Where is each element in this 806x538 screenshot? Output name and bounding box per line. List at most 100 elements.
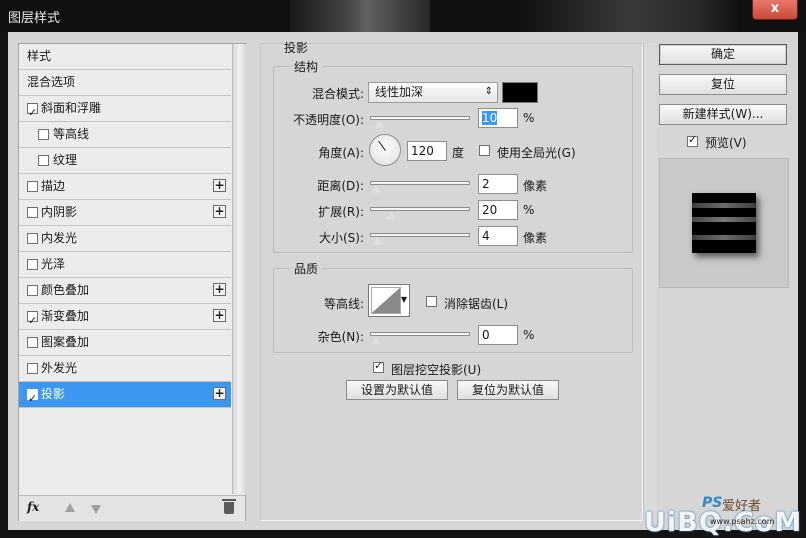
watermark-logo: PS 爱好者 UiBQ.CoM www.psahz.com <box>640 495 801 538</box>
angle-dial[interactable] <box>369 134 401 166</box>
style-checkbox[interactable] <box>38 155 49 166</box>
quality-title: 品质 <box>290 260 323 277</box>
noise-slider[interactable] <box>370 332 470 345</box>
style-list-item[interactable]: 颜色叠加 + <box>19 278 231 304</box>
style-checkbox[interactable] <box>27 285 38 296</box>
style-checkbox[interactable] <box>38 129 49 140</box>
spread-slider-thumb[interactable] <box>385 210 397 220</box>
arrow-down-icon[interactable] <box>91 505 101 514</box>
size-input[interactable]: 4 <box>478 226 518 246</box>
style-list-item-label: 颜色叠加 <box>41 283 90 297</box>
knockout-label: 图层挖空投影(U) <box>391 363 482 377</box>
preview-checkbox[interactable] <box>687 133 698 147</box>
dropdown-arrow-icon: ▼ <box>400 295 407 304</box>
style-checkbox[interactable] <box>27 337 38 348</box>
add-effect-icon[interactable]: + <box>213 205 226 218</box>
size-label: 大小(S): <box>318 231 364 245</box>
fx-icon[interactable]: fx <box>27 500 39 514</box>
style-list-item-label: 混合选项 <box>27 75 76 89</box>
chevron-updown-icon: ⇕ <box>484 86 493 97</box>
style-list-item[interactable]: 渐变叠加 + <box>19 304 231 333</box>
style-checkbox[interactable] <box>27 207 38 218</box>
make-default-button[interactable]: 设置为默认值 <box>346 380 448 400</box>
size-slider[interactable] <box>370 233 470 246</box>
noise-unit: % <box>523 328 535 342</box>
reset-button[interactable]: 复位 <box>659 74 787 95</box>
style-list-item-label: 渐变叠加 <box>41 309 90 323</box>
style-list-scrollbar[interactable] <box>232 44 246 494</box>
ok-button[interactable]: 确定 <box>659 44 787 65</box>
style-list-item[interactable]: 投影 + <box>19 382 231 411</box>
close-button[interactable]: x <box>752 0 798 20</box>
opacity-slider[interactable] <box>370 116 470 129</box>
global-light-label: 使用全局光(G) <box>497 146 576 160</box>
distance-value: 2 <box>482 177 490 191</box>
opacity-slider-thumb[interactable] <box>373 119 385 129</box>
add-effect-icon[interactable]: + <box>213 309 226 322</box>
noise-slider-thumb[interactable] <box>370 335 382 345</box>
contour-picker[interactable]: ▼ <box>368 284 410 317</box>
blend-mode-select[interactable]: 线性加深 ⇕ <box>368 82 498 103</box>
reset-default-button[interactable]: 复位为默认值 <box>457 380 559 400</box>
style-list-item[interactable]: 斜面和浮雕 <box>19 96 231 125</box>
style-list-item[interactable]: 图案叠加 <box>19 330 231 356</box>
global-light-checkbox[interactable] <box>479 145 490 156</box>
arrow-up-icon[interactable] <box>65 503 75 512</box>
contour-label: 等高线: <box>323 297 364 311</box>
new-style-button[interactable]: 新建样式(W)... <box>659 104 787 125</box>
spread-value: 20 <box>482 203 498 217</box>
distance-slider[interactable] <box>370 181 470 194</box>
style-list-item[interactable]: 等高线 <box>19 122 231 148</box>
shadow-color-swatch[interactable] <box>502 82 538 103</box>
style-checkbox[interactable] <box>27 308 38 333</box>
noise-input[interactable]: 0 <box>478 325 518 345</box>
preview-swatch <box>692 193 756 253</box>
title-bar: 图层样式 x <box>0 0 806 32</box>
style-list-item-label: 样式 <box>27 49 52 63</box>
spread-slider[interactable] <box>370 207 470 220</box>
size-value: 4 <box>482 229 490 243</box>
add-effect-icon[interactable]: + <box>213 387 226 400</box>
style-checkbox[interactable] <box>27 363 38 374</box>
size-slider-thumb[interactable] <box>371 236 383 246</box>
style-list-item[interactable]: 外发光 <box>19 356 231 382</box>
opacity-label: 不透明度(O): <box>293 113 364 127</box>
anti-alias-checkbox[interactable] <box>426 296 437 307</box>
style-checkbox[interactable] <box>27 386 38 411</box>
style-list-item-label: 内发光 <box>41 231 78 245</box>
distance-slider-thumb[interactable] <box>370 184 382 194</box>
blend-mode-label: 混合模式: <box>311 87 364 101</box>
style-list-item[interactable]: 光泽 <box>19 252 231 278</box>
spread-input[interactable]: 20 <box>478 200 518 220</box>
blend-mode-value: 线性加深 <box>375 85 424 99</box>
style-list-item-label: 光泽 <box>41 257 66 271</box>
style-list-item[interactable]: 内发光 <box>19 226 231 252</box>
style-list-item[interactable]: 描边 + <box>19 174 231 200</box>
opacity-value: 10 <box>482 111 498 125</box>
trash-icon[interactable] <box>222 499 236 514</box>
style-list-footer: fx <box>19 495 245 521</box>
settings-scrollbar[interactable] <box>643 43 657 521</box>
distance-label: 距离(D): <box>317 179 364 193</box>
distance-input[interactable]: 2 <box>478 174 518 194</box>
style-list-item[interactable]: 纹理 <box>19 148 231 174</box>
contour-preview <box>371 287 401 314</box>
style-list-item[interactable]: 样式 <box>19 44 231 70</box>
style-preview <box>659 158 789 288</box>
anti-alias-label: 消除锯齿(L) <box>444 297 509 311</box>
angle-input[interactable]: 120 <box>407 141 447 161</box>
style-checkbox[interactable] <box>27 259 38 270</box>
style-list-item-label: 描边 <box>41 179 66 193</box>
style-checkbox[interactable] <box>27 100 38 125</box>
style-checkbox[interactable] <box>27 233 38 244</box>
add-effect-icon[interactable]: + <box>213 179 226 192</box>
style-list-item-label: 纹理 <box>53 153 78 167</box>
opacity-input[interactable]: 10 <box>478 108 518 128</box>
style-list-item[interactable]: 内阴影 + <box>19 200 231 226</box>
size-unit: 像素 <box>523 231 548 245</box>
distance-unit: 像素 <box>523 179 548 193</box>
style-list-item[interactable]: 混合选项 <box>19 70 231 96</box>
knockout-checkbox[interactable] <box>373 359 384 373</box>
add-effect-icon[interactable]: + <box>213 283 226 296</box>
style-checkbox[interactable] <box>27 181 38 192</box>
